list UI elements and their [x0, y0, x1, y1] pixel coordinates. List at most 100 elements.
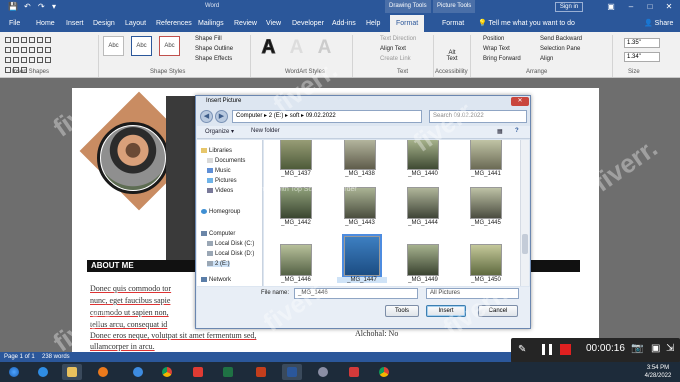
tab-mailings[interactable]: Mailings [198, 15, 224, 32]
forward-icon[interactable]: ▶ [215, 110, 228, 123]
width-field[interactable]: 1.34" [624, 52, 660, 62]
file-name[interactable]: _MG_1440 [398, 171, 448, 177]
file-name[interactable]: _MG_1449 [398, 277, 448, 283]
tab-home[interactable]: Home [36, 15, 55, 32]
share-button[interactable]: 👤 Share [644, 15, 673, 32]
nav-computer[interactable]: Computer [201, 231, 235, 237]
tools-button[interactable]: Tools [385, 305, 419, 317]
collapse-icon[interactable]: ⇲ [666, 343, 674, 354]
nav-drive-e[interactable]: 2 (E:) [207, 261, 230, 268]
nav-documents[interactable]: Documents [207, 158, 245, 164]
powerpoint-icon[interactable] [251, 364, 271, 380]
tab-insert[interactable]: Insert [66, 15, 84, 32]
position-button[interactable]: Position [483, 36, 504, 42]
wrap-text-button[interactable]: Wrap Text [483, 46, 510, 52]
undo-icon[interactable]: ↶ [24, 2, 31, 11]
nav-pictures[interactable]: Pictures [207, 178, 237, 184]
nav-drive-c[interactable]: Local Disk (C:) [207, 241, 254, 247]
file-list-scrollbar[interactable] [520, 140, 529, 286]
alt-text-button[interactable]: Alt Text [444, 50, 460, 62]
search-input[interactable]: Search 09.02.2022 [429, 110, 527, 123]
tab-developer[interactable]: Developer [292, 15, 324, 32]
file-name[interactable]: _MG_1437 [271, 171, 321, 177]
tell-me-box[interactable]: 💡 Tell me what you want to do [478, 15, 575, 32]
word-icon[interactable] [282, 364, 302, 380]
tab-drawing-format[interactable]: Format [390, 15, 425, 32]
file-name[interactable]: _MG_1438 [335, 171, 385, 177]
word-count[interactable]: 238 words [42, 352, 70, 362]
ie-icon[interactable] [33, 364, 53, 380]
file-thumbnail[interactable] [280, 244, 312, 276]
pen-icon[interactable]: ✎ [518, 344, 526, 355]
tab-layout[interactable]: Layout [125, 15, 146, 32]
tab-references[interactable]: References [156, 15, 192, 32]
nav-network[interactable]: Network [201, 277, 231, 283]
scroll-thumb[interactable] [522, 234, 528, 254]
nav-libraries[interactable]: Libraries [201, 148, 232, 154]
file-thumbnail[interactable] [407, 187, 439, 219]
system-clock[interactable]: 3:54 PM 4/28/2022 [638, 364, 678, 380]
pause-icon[interactable] [542, 344, 552, 355]
organize-button[interactable]: Organize ▾ [205, 128, 234, 135]
redo-icon[interactable]: ↷ [38, 2, 45, 11]
nav-homegroup[interactable]: Homegroup [201, 209, 240, 215]
shape-fill-button[interactable]: Shape Fill [195, 36, 222, 42]
tab-file[interactable]: File [9, 15, 20, 32]
dialog-close-button[interactable]: ✕ [511, 97, 529, 106]
chrome-icon-2[interactable] [374, 364, 394, 380]
shape-style-2[interactable]: Abc [131, 36, 152, 56]
close-button[interactable]: ✕ [660, 1, 678, 13]
fullscreen-icon[interactable]: ▣ [651, 343, 660, 354]
align-text-button[interactable]: Align Text [380, 46, 406, 52]
address-bar[interactable]: Computer ▸ 2 (E:) ▸ soft ▸ 09.02.2022 [232, 110, 422, 123]
file-thumbnail[interactable] [470, 244, 502, 276]
view-options-icon[interactable]: ▦ [497, 128, 503, 135]
maximize-button[interactable]: □ [641, 1, 659, 13]
tab-add-ins[interactable]: Add-ins [332, 15, 356, 32]
tab-design[interactable]: Design [93, 15, 115, 32]
chrome-icon[interactable] [157, 364, 177, 380]
file-thumbnail[interactable] [344, 140, 376, 170]
app-icon[interactable] [128, 364, 148, 380]
file-thumbnail[interactable] [280, 140, 312, 170]
file-thumbnail[interactable] [470, 187, 502, 219]
page-count[interactable]: Page 1 of 1 [4, 352, 35, 362]
media-player-icon[interactable] [93, 364, 113, 380]
camera-icon[interactable]: 📷 [631, 343, 643, 354]
recorder-app-icon[interactable] [313, 364, 333, 380]
bring-forward-button[interactable]: Bring Forward [483, 56, 521, 62]
nav-videos[interactable]: Videos [207, 188, 233, 194]
tab-picture-format[interactable]: Format [442, 15, 464, 32]
shapes-gallery[interactable] [4, 36, 56, 73]
shape-style-1[interactable]: Abc [103, 36, 124, 56]
save-icon[interactable]: 💾 [8, 2, 18, 11]
file-thumbnail[interactable] [407, 244, 439, 276]
file-thumbnail-selected[interactable] [342, 234, 382, 278]
file-thumbnail[interactable] [470, 140, 502, 170]
excel-icon[interactable] [218, 364, 238, 380]
nav-drive-d[interactable]: Local Disk (D:) [207, 251, 254, 257]
tab-view[interactable]: View [266, 15, 281, 32]
nav-music[interactable]: Music [207, 168, 231, 174]
wordart-style-1[interactable]: A [259, 37, 278, 59]
customize-icon[interactable]: ▾ [52, 2, 56, 11]
sign-in-button[interactable]: Sign in [555, 2, 583, 12]
screen-recorder-icon[interactable] [344, 364, 364, 380]
back-icon[interactable]: ◀ [200, 110, 213, 123]
file-name[interactable]: _MG_1444 [398, 220, 448, 226]
shape-outline-button[interactable]: Shape Outline [195, 46, 233, 52]
wordart-style-3[interactable]: A [315, 37, 334, 59]
file-name[interactable]: _MG_1446 [271, 277, 321, 283]
profile-photo[interactable] [101, 126, 165, 190]
ribbon-options-icon[interactable]: ▣ [602, 1, 620, 13]
cancel-button[interactable]: Cancel [478, 305, 518, 317]
file-name-selected[interactable]: _MG_1447 [337, 277, 387, 283]
file-thumbnail[interactable] [407, 140, 439, 170]
file-name[interactable]: _MG_1450 [461, 277, 511, 283]
wordart-style-2[interactable]: A [287, 37, 306, 59]
anydesk-icon[interactable] [188, 364, 208, 380]
start-button[interactable] [4, 364, 24, 380]
file-name[interactable]: _MG_1441 [461, 171, 511, 177]
insert-button[interactable]: Insert [426, 305, 466, 317]
file-name[interactable]: _MG_1442 [271, 220, 321, 226]
